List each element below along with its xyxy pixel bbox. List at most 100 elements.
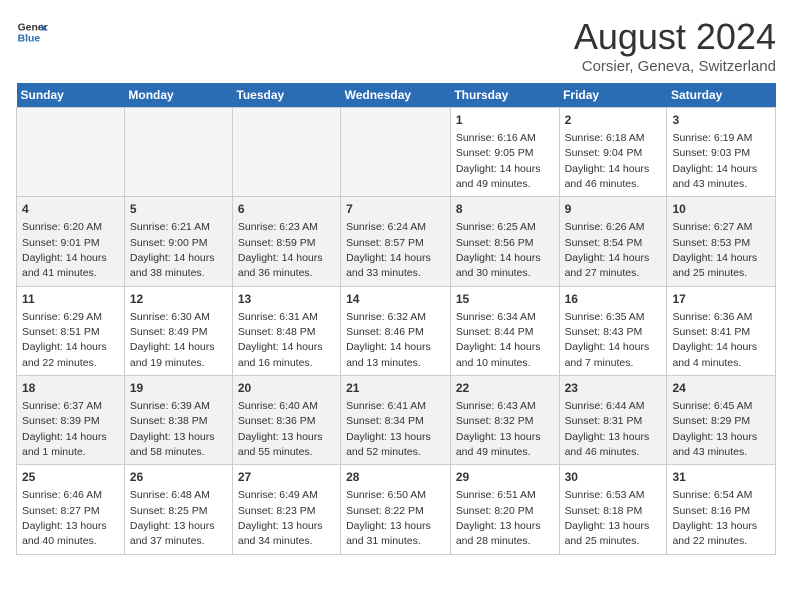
day-info: Sunrise: 6:46 AM Sunset: 8:27 PM Dayligh…: [22, 489, 107, 547]
day-info: Sunrise: 6:20 AM Sunset: 9:01 PM Dayligh…: [22, 221, 107, 279]
calendar-week-5: 25 Sunrise: 6:46 AM Sunset: 8:27 PM Dayli…: [17, 465, 776, 554]
calendar-cell: 6Sunrise: 6:23 AM Sunset: 8:59 PM Daylig…: [232, 197, 340, 286]
day-number: 17: [672, 291, 770, 308]
day-number: 29: [456, 469, 554, 486]
day-number: 5: [130, 201, 227, 218]
calendar-cell: 7 Sunrise: 6:24 AM Sunset: 8:57 PM Daylig…: [341, 197, 451, 286]
day-info: Sunrise: 6:24 AM Sunset: 8:57 PM Dayligh…: [346, 221, 431, 279]
calendar-cell: 10Sunrise: 6:27 AM Sunset: 8:53 PM Dayli…: [667, 197, 776, 286]
calendar-cell: 26 Sunrise: 6:48 AM Sunset: 8:25 PM Dayli…: [124, 465, 232, 554]
day-info: Sunrise: 6:16 AM Sunset: 9:05 PM Dayligh…: [456, 132, 541, 190]
day-number: 22: [456, 380, 554, 397]
day-number: 24: [672, 380, 770, 397]
day-info: Sunrise: 6:31 AM Sunset: 8:48 PM Dayligh…: [238, 311, 323, 369]
day-number: 18: [22, 380, 119, 397]
day-info: Sunrise: 6:32 AM Sunset: 8:46 PM Dayligh…: [346, 311, 431, 369]
calendar-cell: 20 Sunrise: 6:40 AM Sunset: 8:36 PM Dayli…: [232, 376, 340, 465]
day-number: 16: [565, 291, 662, 308]
calendar-cell: 27 Sunrise: 6:49 AM Sunset: 8:23 PM Dayli…: [232, 465, 340, 554]
calendar-cell: 21Sunrise: 6:41 AM Sunset: 8:34 PM Dayli…: [341, 376, 451, 465]
calendar-cell: 22Sunrise: 6:43 AM Sunset: 8:32 PM Dayli…: [450, 376, 559, 465]
calendar-cell: 31Sunrise: 6:54 AM Sunset: 8:16 PM Dayli…: [667, 465, 776, 554]
day-number: 10: [672, 201, 770, 218]
day-number: 25: [22, 469, 119, 486]
calendar-cell: 16 Sunrise: 6:35 AM Sunset: 8:43 PM Dayli…: [559, 286, 667, 375]
logo: General Blue: [16, 16, 48, 48]
day-info: Sunrise: 6:35 AM Sunset: 8:43 PM Dayligh…: [565, 311, 650, 369]
calendar-cell: 8Sunrise: 6:25 AM Sunset: 8:56 PM Daylig…: [450, 197, 559, 286]
calendar-cell: 29 Sunrise: 6:51 AM Sunset: 8:20 PM Dayli…: [450, 465, 559, 554]
column-header-monday: Monday: [124, 83, 232, 108]
day-number: 14: [346, 291, 445, 308]
day-number: 26: [130, 469, 227, 486]
day-info: Sunrise: 6:21 AM Sunset: 9:00 PM Dayligh…: [130, 221, 215, 279]
day-info: Sunrise: 6:26 AM Sunset: 8:54 PM Dayligh…: [565, 221, 650, 279]
logo-icon: General Blue: [16, 16, 48, 48]
day-info: Sunrise: 6:36 AM Sunset: 8:41 PM Dayligh…: [672, 311, 757, 369]
month-title: August 2024: [574, 16, 776, 58]
day-number: 20: [238, 380, 335, 397]
calendar-cell: 18 Sunrise: 6:37 AM Sunset: 8:39 PM Dayli…: [17, 376, 125, 465]
calendar-cell: 24 Sunrise: 6:45 AM Sunset: 8:29 PM Dayli…: [667, 376, 776, 465]
calendar-cell: 25 Sunrise: 6:46 AM Sunset: 8:27 PM Dayli…: [17, 465, 125, 554]
calendar-week-1: 1 Sunrise: 6:16 AM Sunset: 9:05 PM Daylig…: [17, 108, 776, 197]
day-info: Sunrise: 6:51 AM Sunset: 8:20 PM Dayligh…: [456, 489, 541, 547]
column-header-wednesday: Wednesday: [341, 83, 451, 108]
day-number: 30: [565, 469, 662, 486]
svg-text:Blue: Blue: [18, 34, 41, 45]
page-header: General Blue August 2024 Corsier, Geneva…: [16, 16, 776, 75]
day-info: Sunrise: 6:48 AM Sunset: 8:25 PM Dayligh…: [130, 489, 215, 547]
calendar-cell: 4 Sunrise: 6:20 AM Sunset: 9:01 PM Daylig…: [17, 197, 125, 286]
calendar-cell: [341, 108, 451, 197]
day-number: 12: [130, 291, 227, 308]
calendar-cell: 13Sunrise: 6:31 AM Sunset: 8:48 PM Dayli…: [232, 286, 340, 375]
day-number: 11: [22, 291, 119, 308]
calendar-cell: 14 Sunrise: 6:32 AM Sunset: 8:46 PM Dayli…: [341, 286, 451, 375]
day-info: Sunrise: 6:18 AM Sunset: 9:04 PM Dayligh…: [565, 132, 650, 190]
day-number: 7: [346, 201, 445, 218]
day-info: Sunrise: 6:45 AM Sunset: 8:29 PM Dayligh…: [672, 400, 757, 458]
day-info: Sunrise: 6:53 AM Sunset: 8:18 PM Dayligh…: [565, 489, 650, 547]
day-info: Sunrise: 6:29 AM Sunset: 8:51 PM Dayligh…: [22, 311, 107, 369]
day-info: Sunrise: 6:30 AM Sunset: 8:49 PM Dayligh…: [130, 311, 215, 369]
calendar-header-row: SundayMondayTuesdayWednesdayThursdayFrid…: [17, 83, 776, 108]
calendar-cell: 9 Sunrise: 6:26 AM Sunset: 8:54 PM Daylig…: [559, 197, 667, 286]
calendar-cell: 11 Sunrise: 6:29 AM Sunset: 8:51 PM Dayli…: [17, 286, 125, 375]
day-info: Sunrise: 6:44 AM Sunset: 8:31 PM Dayligh…: [565, 400, 650, 458]
day-number: 9: [565, 201, 662, 218]
day-number: 27: [238, 469, 335, 486]
day-number: 3: [672, 112, 770, 129]
calendar-cell: 17 Sunrise: 6:36 AM Sunset: 8:41 PM Dayli…: [667, 286, 776, 375]
column-header-sunday: Sunday: [17, 83, 125, 108]
calendar-cell: 30 Sunrise: 6:53 AM Sunset: 8:18 PM Dayli…: [559, 465, 667, 554]
day-info: Sunrise: 6:37 AM Sunset: 8:39 PM Dayligh…: [22, 400, 107, 458]
calendar-week-3: 11 Sunrise: 6:29 AM Sunset: 8:51 PM Dayli…: [17, 286, 776, 375]
calendar-week-4: 18 Sunrise: 6:37 AM Sunset: 8:39 PM Dayli…: [17, 376, 776, 465]
calendar-week-2: 4 Sunrise: 6:20 AM Sunset: 9:01 PM Daylig…: [17, 197, 776, 286]
calendar-cell: 15Sunrise: 6:34 AM Sunset: 8:44 PM Dayli…: [450, 286, 559, 375]
day-info: Sunrise: 6:50 AM Sunset: 8:22 PM Dayligh…: [346, 489, 431, 547]
calendar-cell: 3 Sunrise: 6:19 AM Sunset: 9:03 PM Daylig…: [667, 108, 776, 197]
calendar-cell: 2 Sunrise: 6:18 AM Sunset: 9:04 PM Daylig…: [559, 108, 667, 197]
title-area: August 2024 Corsier, Geneva, Switzerland: [574, 16, 776, 75]
day-number: 1: [456, 112, 554, 129]
day-number: 8: [456, 201, 554, 218]
calendar-cell: 12 Sunrise: 6:30 AM Sunset: 8:49 PM Dayli…: [124, 286, 232, 375]
day-number: 4: [22, 201, 119, 218]
calendar-cell: 19Sunrise: 6:39 AM Sunset: 8:38 PM Dayli…: [124, 376, 232, 465]
column-header-tuesday: Tuesday: [232, 83, 340, 108]
day-info: Sunrise: 6:19 AM Sunset: 9:03 PM Dayligh…: [672, 132, 757, 190]
calendar-cell: [124, 108, 232, 197]
calendar-cell: [232, 108, 340, 197]
day-info: Sunrise: 6:49 AM Sunset: 8:23 PM Dayligh…: [238, 489, 323, 547]
day-number: 19: [130, 380, 227, 397]
location: Corsier, Geneva, Switzerland: [574, 58, 776, 75]
day-number: 28: [346, 469, 445, 486]
calendar-cell: 1 Sunrise: 6:16 AM Sunset: 9:05 PM Daylig…: [450, 108, 559, 197]
day-info: Sunrise: 6:40 AM Sunset: 8:36 PM Dayligh…: [238, 400, 323, 458]
calendar-cell: 23Sunrise: 6:44 AM Sunset: 8:31 PM Dayli…: [559, 376, 667, 465]
day-number: 2: [565, 112, 662, 129]
column-header-saturday: Saturday: [667, 83, 776, 108]
day-info: Sunrise: 6:23 AM Sunset: 8:59 PM Dayligh…: [238, 221, 323, 279]
day-info: Sunrise: 6:34 AM Sunset: 8:44 PM Dayligh…: [456, 311, 541, 369]
